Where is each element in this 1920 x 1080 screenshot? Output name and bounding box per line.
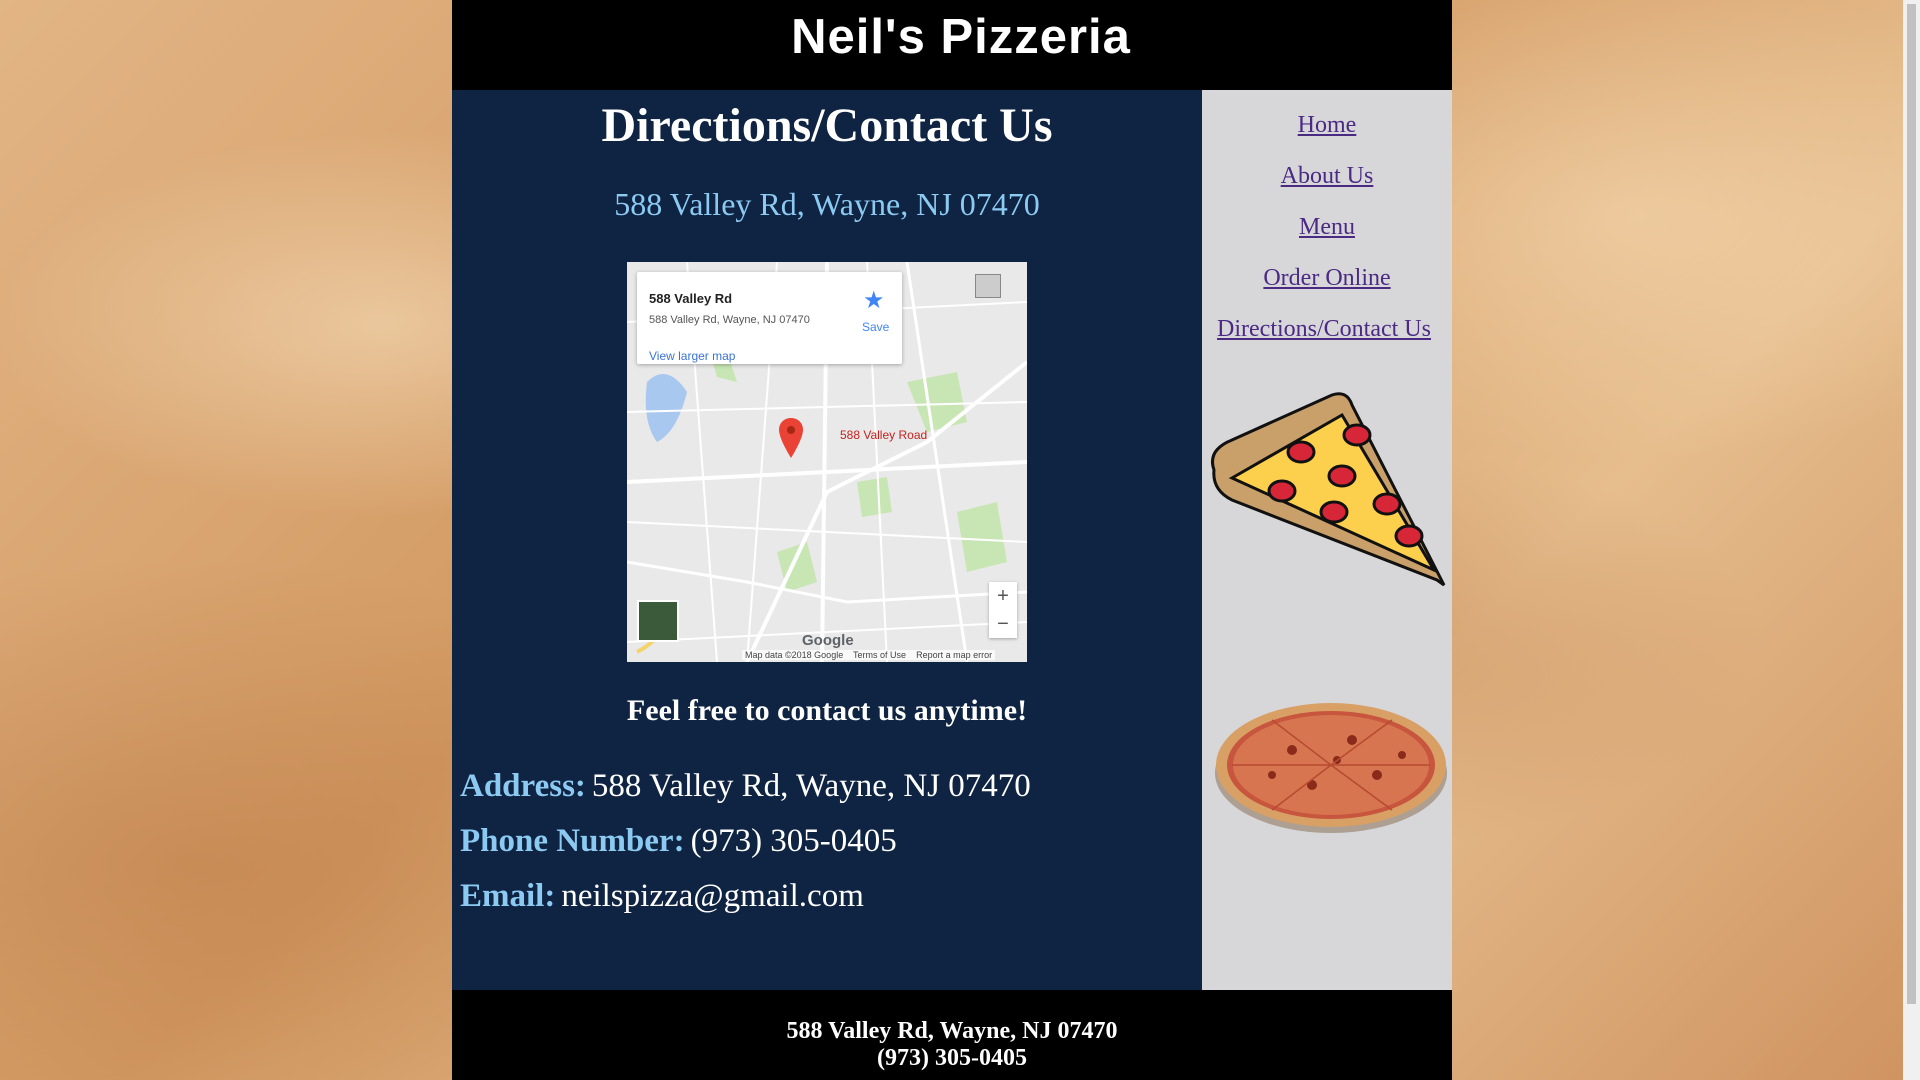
satellite-toggle[interactable] <box>637 600 679 642</box>
whole-pizza-image <box>1215 703 1447 833</box>
google-logo: Google <box>802 632 854 649</box>
map-terms-link[interactable]: Terms of Use <box>853 650 906 660</box>
nav-link-about-us[interactable]: About Us <box>1202 163 1452 190</box>
nav-link-directions-contact[interactable]: Directions/Contact Us <box>1199 316 1449 343</box>
info-email: Email: neilspizza@gmail.com <box>460 878 864 915</box>
footer-address: 588 Valley Rd, Wayne, NJ 07470 <box>786 1018 1118 1044</box>
map-data-credit: Map data ©2018 Google <box>745 650 844 660</box>
address-value: 588 Valley Rd, Wayne, NJ 07470 <box>591 768 1031 804</box>
site-title: Neil's Pizzeria <box>791 10 1131 64</box>
nav-link-order-online[interactable]: Order Online <box>1202 265 1452 292</box>
page-scrollbar[interactable] <box>1903 0 1920 1080</box>
pizza-slice-icon <box>1211 392 1446 587</box>
map-zoom-controls: + − <box>989 582 1017 638</box>
embedded-map[interactable]: 588 Valley Rd 588 Valley Rd, Wayne, NJ 0… <box>627 262 1027 662</box>
site-header: Neil's Pizzeria <box>452 0 1452 90</box>
address-heading: 588 Valley Rd, Wayne, NJ 07470 <box>614 186 1040 222</box>
map-footer: Map data ©2018 Google Terms of Use Repor… <box>742 650 996 660</box>
view-larger-map-link[interactable]: View larger map <box>649 349 735 363</box>
map-info-card: 588 Valley Rd 588 Valley Rd, Wayne, NJ 0… <box>637 272 902 364</box>
map-save-button[interactable]: Save <box>862 320 889 334</box>
map-card-address: 588 Valley Rd, Wayne, NJ 07470 <box>649 314 810 326</box>
info-phone: Phone Number: (973) 305-0405 <box>460 823 897 860</box>
star-icon[interactable]: ★ <box>863 286 885 315</box>
nav-link-home[interactable]: Home <box>1202 112 1452 139</box>
page-container: Neil's Pizzeria Directions/Contact Us 58… <box>452 0 1452 1080</box>
address-label: Address: <box>460 768 586 804</box>
sidebar: Home About Us Menu Order Online Directio… <box>1202 90 1452 990</box>
email-label: Email: <box>460 878 556 914</box>
site-footer: 588 Valley Rd, Wayne, NJ 07470 (973) 305… <box>452 990 1452 1080</box>
zoom-in-button[interactable]: + <box>989 582 1017 610</box>
phone-value: (973) 305-0405 <box>690 823 897 859</box>
zoom-out-button[interactable]: − <box>989 610 1017 638</box>
map-report-link[interactable]: Report a map error <box>916 650 992 660</box>
contact-heading: Feel free to contact us anytime! <box>626 694 1028 727</box>
page-title: Directions/Contact Us <box>601 99 1053 152</box>
map-card-title: 588 Valley Rd <box>649 291 733 306</box>
main-content: Directions/Contact Us 588 Valley Rd, Way… <box>452 90 1202 990</box>
map-pin-icon[interactable] <box>779 418 803 458</box>
scrollbar-thumb[interactable] <box>1907 4 1916 1004</box>
fullscreen-icon[interactable] <box>975 274 1001 298</box>
nav-link-menu[interactable]: Menu <box>1202 214 1452 241</box>
email-value: neilspizza@gmail.com <box>561 878 864 914</box>
footer-phone: (973) 305-0405 <box>877 1045 1027 1071</box>
info-address: Address: 588 Valley Rd, Wayne, NJ 07470 <box>460 768 1031 805</box>
phone-label: Phone Number: <box>460 823 685 859</box>
map-pin-label: 588 Valley Road <box>840 428 928 442</box>
